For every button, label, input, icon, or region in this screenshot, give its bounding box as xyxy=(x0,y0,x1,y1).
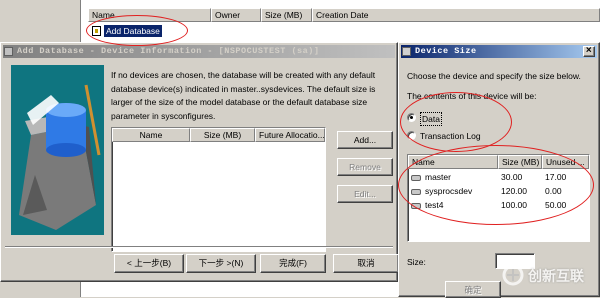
disk-icon xyxy=(411,189,421,195)
dialog-description: If no devices are chosen, the database w… xyxy=(111,70,376,121)
finish-button[interactable]: 完成(F) xyxy=(260,254,326,273)
watermark: 创新互联 xyxy=(500,262,600,288)
column-size[interactable]: Size (MB) xyxy=(261,8,312,22)
cancel-button[interactable]: 取消 xyxy=(333,254,399,273)
device-size: 100.00 xyxy=(501,200,527,210)
device-list[interactable]: Name Size (MB) Future Allocatio... xyxy=(111,127,326,252)
device-col-size[interactable]: Size (MB) xyxy=(498,155,542,169)
contents-label: The contents of this device will be: xyxy=(407,91,537,101)
database-bucket-image xyxy=(11,65,104,235)
add-database-title: Add Database - Device Information - [NSP… xyxy=(17,46,320,56)
device-col-name[interactable]: Name xyxy=(408,155,498,169)
add-database-dialog: Add Database - Device Information - [NSP… xyxy=(0,42,399,282)
add-database-label: Add Database xyxy=(104,25,162,37)
next-button[interactable]: 下一步 >(N) xyxy=(186,254,256,273)
device-size-instruction: Choose the device and specify the size b… xyxy=(407,71,581,81)
add-database-titlebar[interactable]: Add Database - Device Information - [NSP… xyxy=(3,45,395,58)
device-size-table[interactable]: Name Size (MB) Unused ... master 30.00 1… xyxy=(407,154,590,242)
device-list-col-future[interactable]: Future Allocatio... xyxy=(255,128,325,142)
radio-transaction-log-button[interactable] xyxy=(407,131,416,140)
table-row[interactable]: master 30.00 17.00 xyxy=(408,172,589,185)
wizard-illustration xyxy=(11,65,104,235)
device-list-col-size[interactable]: Size (MB) xyxy=(190,128,255,142)
back-button[interactable]: < 上一步(B) xyxy=(114,254,184,273)
dialog-separator xyxy=(5,246,393,248)
device-size-title: Device Size xyxy=(415,46,477,56)
device-size: 120.00 xyxy=(501,186,527,196)
device-unused: 50.00 xyxy=(545,200,567,210)
device-unused: 17.00 xyxy=(545,172,567,182)
radio-transaction-log-label: Transaction Log xyxy=(420,131,481,141)
watermark-text: 创新互联 xyxy=(528,268,584,284)
column-creation-date[interactable]: Creation Date xyxy=(312,8,600,22)
device-name: test4 xyxy=(425,200,444,210)
device-name: master xyxy=(425,172,451,182)
list-item-add-database[interactable]: Add Database xyxy=(92,25,172,37)
remove-button[interactable]: Remove xyxy=(337,158,393,176)
column-owner[interactable]: Owner xyxy=(211,8,261,22)
watermark-logo-icon xyxy=(502,264,524,286)
disk-icon xyxy=(411,203,421,209)
radio-data[interactable]: Data xyxy=(407,112,487,126)
ok-button[interactable]: 确定 xyxy=(445,281,501,298)
column-name[interactable]: Name xyxy=(88,8,211,22)
add-button[interactable]: Add... xyxy=(337,131,393,149)
edit-button[interactable]: Edit... xyxy=(337,185,393,203)
device-size: 30.00 xyxy=(501,172,523,182)
radio-data-label: Data xyxy=(420,112,442,126)
table-row[interactable]: test4 100.00 50.00 xyxy=(408,200,589,213)
device-name: sysprocsdev xyxy=(425,186,473,196)
close-icon[interactable]: × xyxy=(583,46,595,57)
device-size-app-icon xyxy=(402,47,411,56)
device-list-col-name[interactable]: Name xyxy=(112,128,190,142)
radio-data-button[interactable] xyxy=(407,113,416,122)
disk-icon xyxy=(411,175,421,181)
add-database-icon xyxy=(92,26,101,36)
device-size-dialog: Device Size × Choose the device and spec… xyxy=(398,42,600,298)
radio-transaction-log[interactable]: Transaction Log xyxy=(407,130,517,142)
dialog-app-icon xyxy=(4,47,13,56)
table-row[interactable]: sysprocsdev 120.00 0.00 xyxy=(408,186,589,199)
background-list-header: Name Owner Size (MB) Creation Date xyxy=(88,8,600,22)
device-size-titlebar[interactable]: Device Size × xyxy=(401,45,597,58)
device-col-unused[interactable]: Unused ... xyxy=(542,155,589,169)
device-unused: 0.00 xyxy=(545,186,562,196)
size-label: Size: xyxy=(407,257,426,267)
